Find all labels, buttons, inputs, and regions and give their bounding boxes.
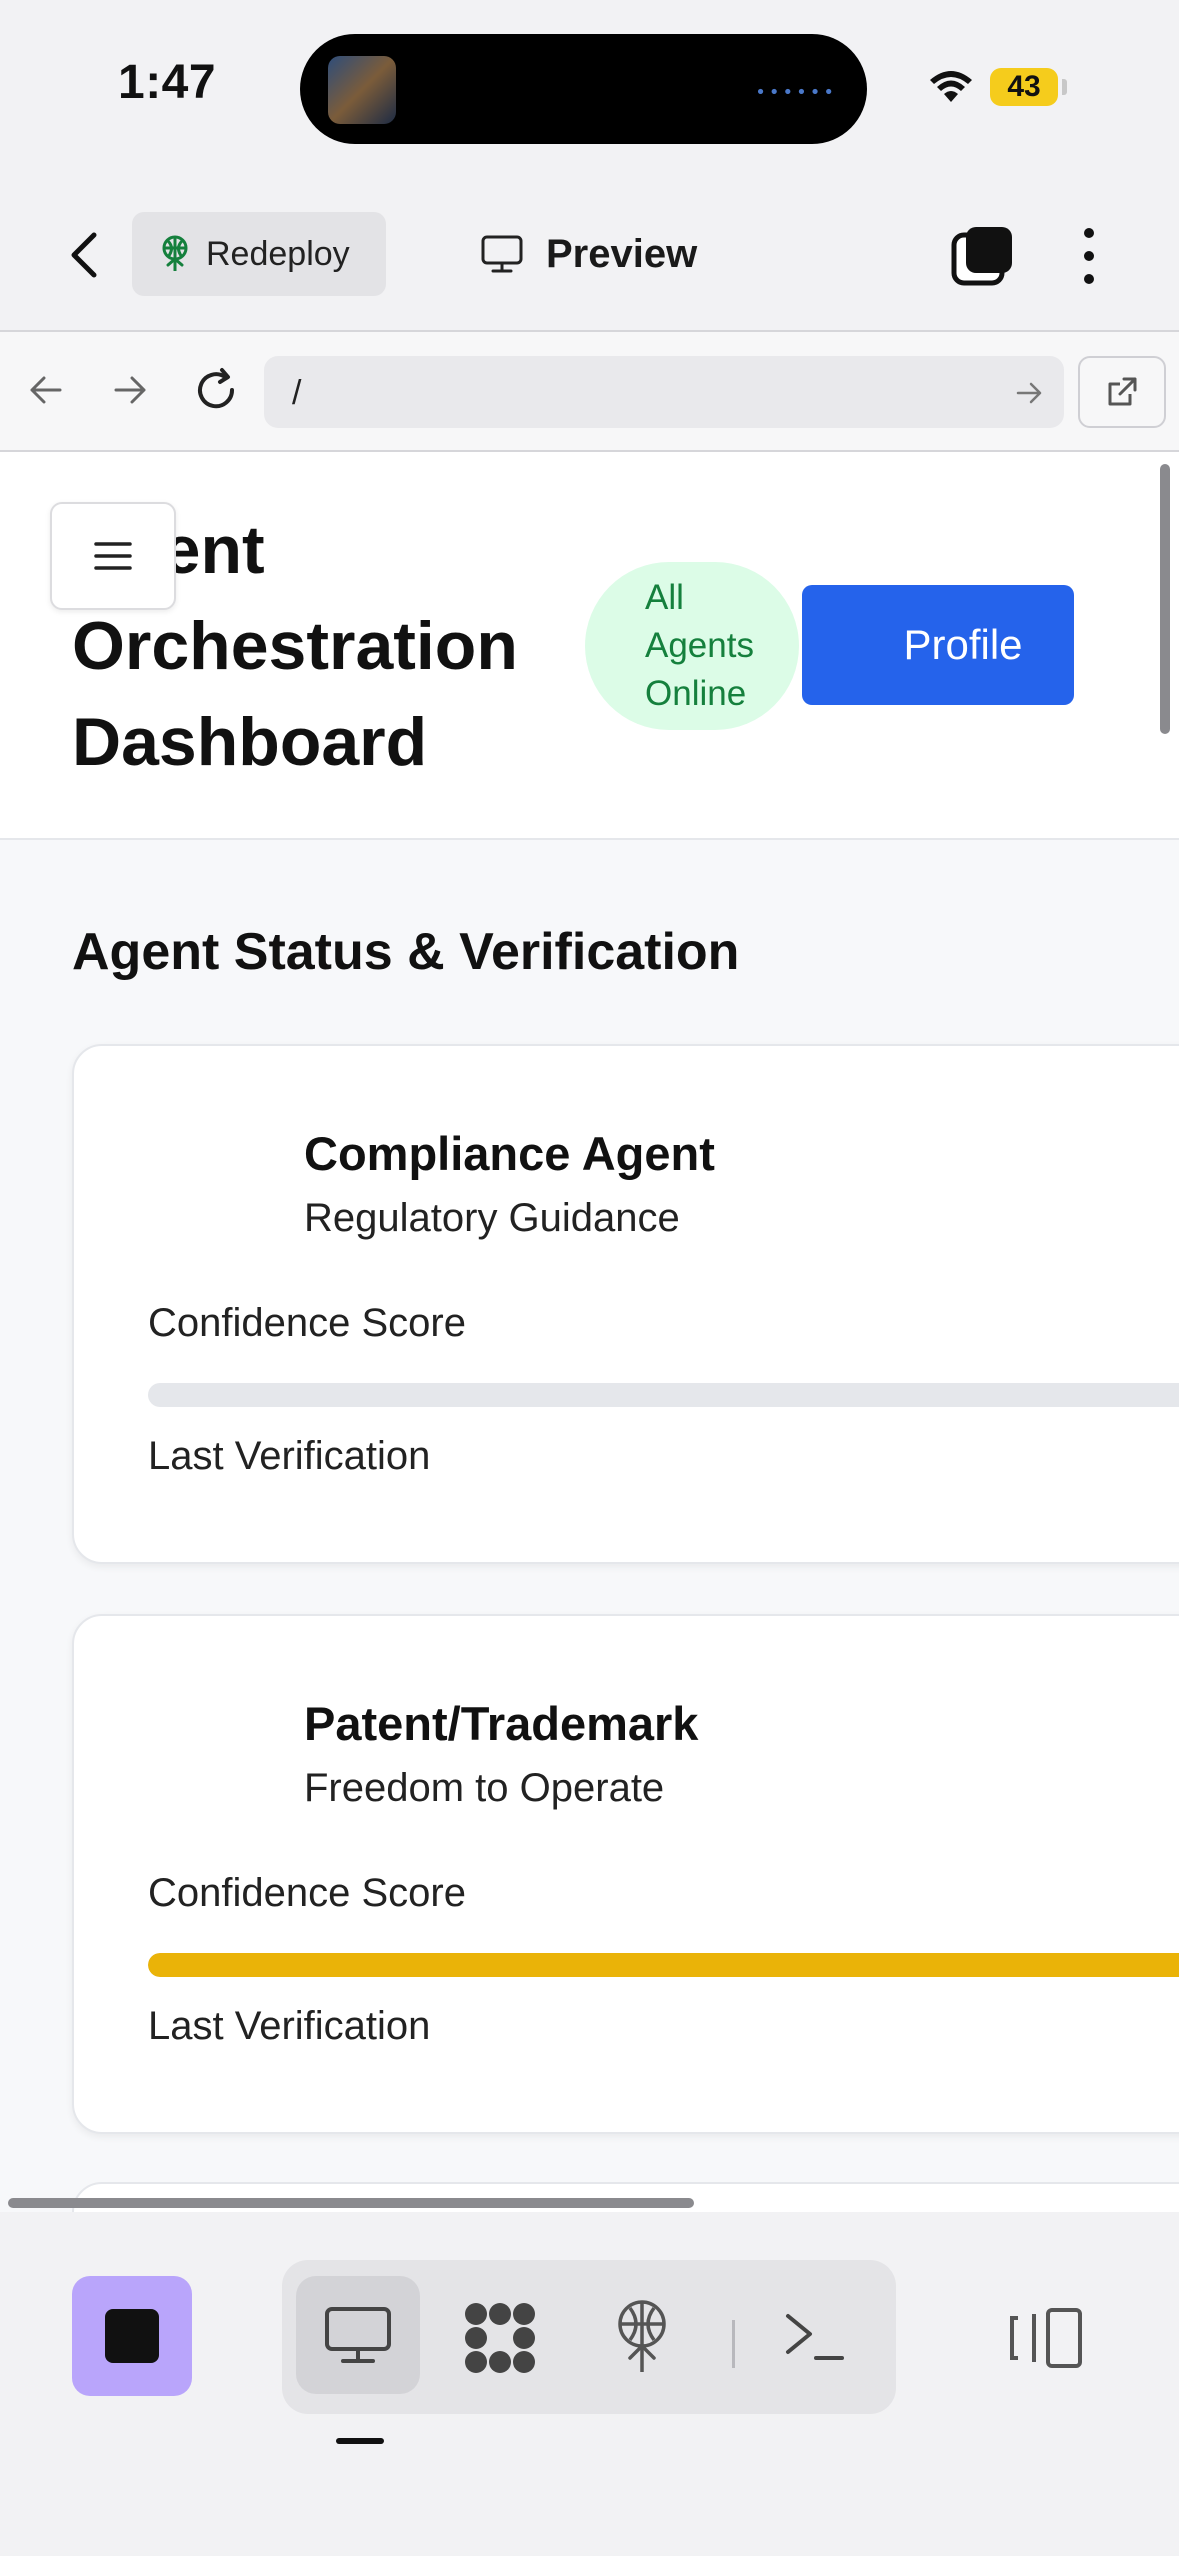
arrow-right-icon[interactable] — [110, 370, 150, 410]
monitor-icon — [480, 234, 524, 274]
verification-label: Last Verification — [148, 1434, 431, 1478]
open-external-icon — [1108, 377, 1137, 406]
audio-visualizer-icon: •••••• — [755, 82, 837, 103]
hamburger-icon — [94, 542, 132, 570]
agent-role: Regulatory Guidance — [304, 1196, 680, 1240]
url-input[interactable]: / — [264, 356, 1064, 428]
app-toolbar: Redeploy Preview — [0, 175, 1179, 332]
arrow-left-icon[interactable] — [26, 370, 66, 410]
active-tab-indicator — [336, 2438, 384, 2444]
now-playing-artwork — [328, 56, 396, 124]
horizontal-scrollbar[interactable] — [8, 2198, 694, 2208]
tabs-icon[interactable] — [950, 225, 1014, 287]
status-time: 1:47 — [118, 56, 217, 109]
status-bar: 1:47 •••••• 43 — [0, 0, 1179, 175]
bottom-toolbar — [0, 2212, 1179, 2556]
reload-icon[interactable] — [192, 366, 240, 414]
redeploy-label: Redeploy — [206, 234, 350, 273]
battery-indicator: 43 — [990, 68, 1058, 106]
apps-icon[interactable] — [462, 2300, 538, 2376]
deploy-icon[interactable] — [612, 2296, 672, 2376]
verification-label: Last Verification — [148, 2004, 431, 2048]
agent-role: Freedom to Operate — [304, 1766, 665, 1810]
dynamic-island: •••••• — [300, 34, 867, 144]
battery-cap — [1062, 79, 1067, 95]
agent-name: Compliance Agent — [304, 1127, 715, 1180]
stop-icon — [105, 2309, 159, 2363]
status-badge: All Agents Online — [585, 562, 799, 730]
desktop-icon — [325, 2307, 391, 2363]
web-content: Agent Orchestration Dashboard All Agents… — [0, 452, 1179, 2212]
preview-tab[interactable]: Preview — [480, 212, 697, 296]
agent-card[interactable]: Patent/Trademark Freedom to Operate Conf… — [72, 1614, 1179, 2134]
browser-bar: / — [0, 332, 1179, 452]
confidence-bar — [148, 1383, 1179, 1407]
more-vertical-icon[interactable] — [1074, 225, 1104, 287]
chevron-left-icon[interactable] — [60, 225, 110, 285]
menu-button[interactable] — [50, 502, 176, 610]
confidence-label: Confidence Score — [148, 1301, 466, 1345]
status-badge-line: All — [645, 578, 684, 617]
panel-toggle-icon[interactable] — [1008, 2306, 1084, 2370]
section-title: Agent Status & Verification — [72, 923, 740, 981]
tool-divider — [732, 2320, 735, 2368]
confidence-label: Confidence Score — [148, 1871, 466, 1915]
agent-name: Patent/Trademark — [304, 1697, 699, 1750]
tool-group — [282, 2260, 896, 2414]
profile-button[interactable]: Profile — [802, 585, 1074, 705]
status-badge-line: Online — [645, 674, 747, 713]
desktop-tool-button[interactable] — [296, 2276, 420, 2394]
vertical-scrollbar[interactable] — [1160, 464, 1170, 734]
go-arrow-icon[interactable] — [1014, 378, 1044, 408]
confidence-bar-fill — [148, 1953, 1179, 1977]
confidence-bar — [148, 1953, 1179, 1977]
redeploy-button[interactable]: Redeploy — [132, 212, 386, 296]
deploy-icon — [158, 235, 192, 273]
status-badge-line: Agents — [645, 626, 754, 665]
open-external-button[interactable] — [1078, 356, 1166, 428]
wifi-icon — [930, 71, 972, 102]
preview-label: Preview — [546, 231, 698, 276]
agent-card[interactable]: Compliance Agent Regulatory Guidance Con… — [72, 1044, 1179, 1564]
page-header: Agent Orchestration Dashboard All Agents… — [0, 452, 1179, 840]
stop-button[interactable] — [72, 2276, 192, 2396]
terminal-icon[interactable] — [782, 2300, 846, 2370]
url-text: / — [292, 374, 302, 412]
